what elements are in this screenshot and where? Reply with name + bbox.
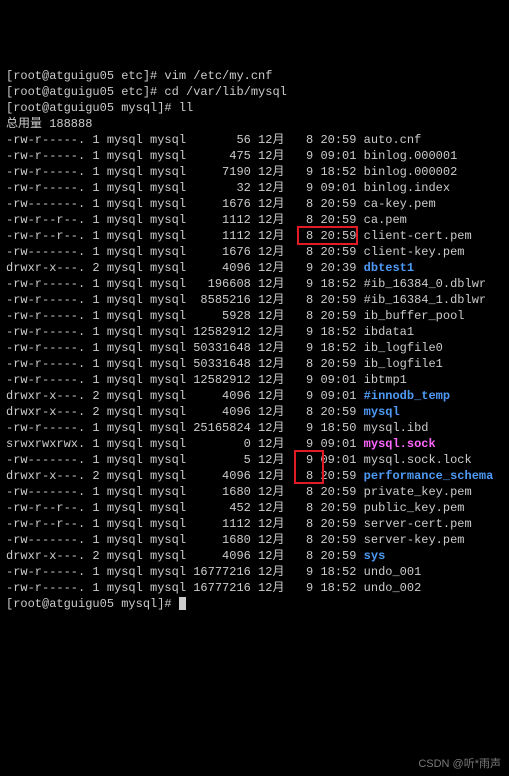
listing-row: -rw-------. 1 mysql mysql 5 12月 9 09:01 …	[6, 452, 503, 468]
listing-row: -rw-r-----. 1 mysql mysql 32 12月 9 09:01…	[6, 180, 503, 196]
listing-row: -rw-r-----. 1 mysql mysql 475 12月 9 09:0…	[6, 148, 503, 164]
listing-row: -rw-r-----. 1 mysql mysql 16777216 12月 9…	[6, 564, 503, 580]
cursor	[179, 597, 186, 610]
file-name: client-key.pem	[364, 245, 465, 259]
file-name: server-key.pem	[364, 533, 465, 547]
file-name: ca.pem	[364, 213, 407, 227]
listing-row: -rw-------. 1 mysql mysql 1680 12月 8 20:…	[6, 532, 503, 548]
prompt-line: [root@atguigu05 mysql]# ll	[6, 100, 503, 116]
file-name: auto.cnf	[364, 133, 422, 147]
file-name: server-cert.pem	[364, 517, 472, 531]
listing-row: -rw-r-----. 1 mysql mysql 12582912 12月 9…	[6, 372, 503, 388]
watermark-text: CSDN @听*雨声	[418, 756, 501, 772]
file-name: sys	[364, 549, 386, 563]
listing-row: -rw-------. 1 mysql mysql 1680 12月 8 20:…	[6, 484, 503, 500]
terminal-output[interactable]: [root@atguigu05 etc]# vim /etc/my.cnf[ro…	[6, 68, 503, 612]
prompt-line: [root@atguigu05 etc]# cd /var/lib/mysql	[6, 84, 503, 100]
listing-row: drwxr-x---. 2 mysql mysql 4096 12月 9 20:…	[6, 260, 503, 276]
file-name: binlog.000002	[364, 165, 458, 179]
file-name: #innodb_temp	[364, 389, 450, 403]
file-name: public_key.pem	[364, 501, 465, 515]
listing-row: -rw-r-----. 1 mysql mysql 196608 12月 9 1…	[6, 276, 503, 292]
listing-row: -rw-r-----. 1 mysql mysql 50331648 12月 9…	[6, 340, 503, 356]
file-name: ca-key.pem	[364, 197, 436, 211]
file-name: mysql.sock	[364, 437, 436, 451]
prompt-line[interactable]: [root@atguigu05 mysql]#	[6, 596, 503, 612]
file-name: ibtmp1	[364, 373, 407, 387]
listing-row: -rw-r-----. 1 mysql mysql 12582912 12月 9…	[6, 324, 503, 340]
listing-row: -rw-------. 1 mysql mysql 1676 12月 8 20:…	[6, 196, 503, 212]
file-name: ib_logfile0	[364, 341, 443, 355]
file-name: dbtest1	[364, 261, 414, 275]
listing-row: -rw-r--r--. 1 mysql mysql 1112 12月 8 20:…	[6, 212, 503, 228]
listing-row: drwxr-x---. 2 mysql mysql 4096 12月 8 20:…	[6, 404, 503, 420]
file-name: #ib_16384_0.dblwr	[364, 277, 486, 291]
file-name: undo_001	[364, 565, 422, 579]
listing-row: -rw-r-----. 1 mysql mysql 5928 12月 8 20:…	[6, 308, 503, 324]
prompt-line: [root@atguigu05 etc]# vim /etc/my.cnf	[6, 68, 503, 84]
file-name: private_key.pem	[364, 485, 472, 499]
listing-row: -rw-r-----. 1 mysql mysql 8585216 12月 8 …	[6, 292, 503, 308]
listing-row: -rw-r--r--. 1 mysql mysql 1112 12月 8 20:…	[6, 516, 503, 532]
listing-row: -rw-r-----. 1 mysql mysql 16777216 12月 9…	[6, 580, 503, 596]
file-name: client-cert.pem	[364, 229, 472, 243]
total-line: 总用量 188888	[6, 116, 503, 132]
listing-row: -rw-r-----. 1 mysql mysql 25165824 12月 9…	[6, 420, 503, 436]
listing-row: drwxr-x---. 2 mysql mysql 4096 12月 8 20:…	[6, 468, 503, 484]
file-name: mysql	[364, 405, 400, 419]
listing-row: -rw-r-----. 1 mysql mysql 7190 12月 9 18:…	[6, 164, 503, 180]
listing-row: srwxrwxrwx. 1 mysql mysql 0 12月 9 09:01 …	[6, 436, 503, 452]
file-name: binlog.index	[364, 181, 450, 195]
file-name: ibdata1	[364, 325, 414, 339]
file-name: performance_schema	[364, 469, 494, 483]
file-name: undo_002	[364, 581, 422, 595]
listing-row: -rw-r-----. 1 mysql mysql 56 12月 8 20:59…	[6, 132, 503, 148]
file-name: mysql.ibd	[364, 421, 429, 435]
listing-row: -rw-r--r--. 1 mysql mysql 1112 12月 8 20:…	[6, 228, 503, 244]
listing-row: -rw-r-----. 1 mysql mysql 50331648 12月 8…	[6, 356, 503, 372]
listing-row: -rw-------. 1 mysql mysql 1676 12月 8 20:…	[6, 244, 503, 260]
listing-row: drwxr-x---. 2 mysql mysql 4096 12月 9 09:…	[6, 388, 503, 404]
file-name: binlog.000001	[364, 149, 458, 163]
file-name: ib_buffer_pool	[364, 309, 465, 323]
file-name: ib_logfile1	[364, 357, 443, 371]
file-name: #ib_16384_1.dblwr	[364, 293, 486, 307]
file-name: mysql.sock.lock	[364, 453, 472, 467]
listing-row: -rw-r--r--. 1 mysql mysql 452 12月 8 20:5…	[6, 500, 503, 516]
listing-row: drwxr-x---. 2 mysql mysql 4096 12月 8 20:…	[6, 548, 503, 564]
